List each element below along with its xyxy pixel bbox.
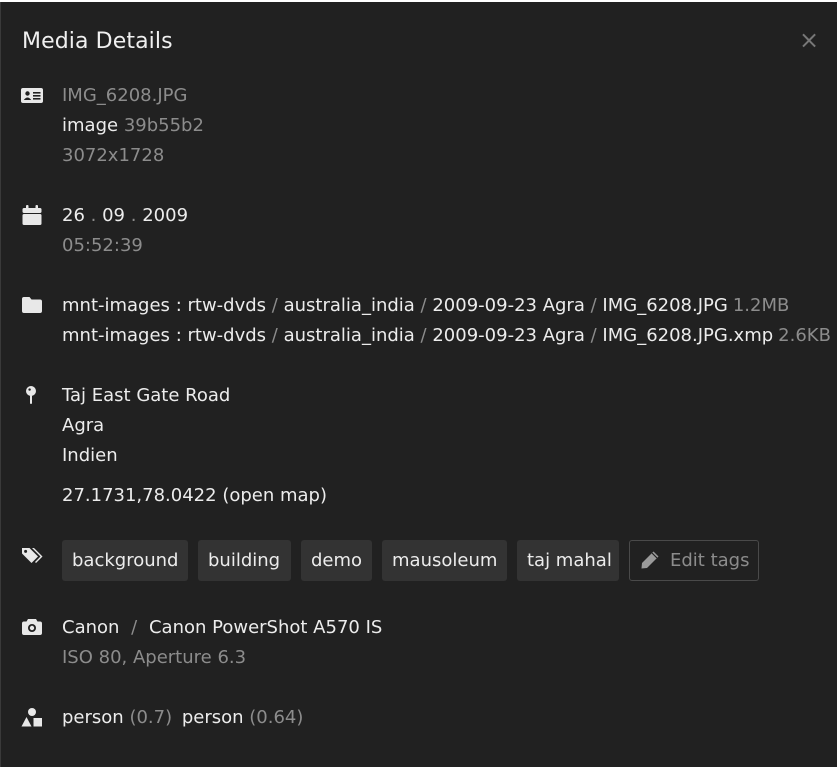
path-slash: / — [590, 295, 597, 316]
path-line: mnt-images : rtw-dvds / australia_india … — [62, 295, 789, 316]
path-part: 2009-09-23 Agra — [432, 325, 585, 346]
shapes-icon — [21, 708, 42, 727]
camera-icon — [22, 619, 42, 635]
object-score: (0.7) — [129, 707, 173, 728]
media-details-dialog: Media Details × IMG_6208.JPG image 39b55… — [0, 2, 837, 767]
path-size: 2.6KB — [778, 325, 831, 346]
date-year: 2009 — [142, 205, 189, 226]
path-part: australia_india — [283, 325, 415, 346]
date-dot: . — [90, 205, 97, 226]
id-card-icon — [21, 88, 43, 103]
path-size: 1.2MB — [732, 295, 790, 316]
file-hash: 39b55b2 — [123, 115, 204, 136]
camera-line: Canon / Canon PowerShot A570 IS — [62, 617, 382, 638]
path-slash: / — [271, 325, 278, 346]
date-day: 26 — [62, 205, 85, 226]
path-root: mnt-images — [62, 325, 170, 346]
path-slash: / — [590, 325, 597, 346]
path-part: 2009-09-23 Agra — [432, 295, 585, 316]
edit-tags-button[interactable]: Edit tags — [629, 540, 759, 581]
tag-chip[interactable]: building — [198, 540, 291, 581]
date-line: 26 . 09 . 2009 — [62, 205, 188, 226]
path-line: mnt-images : rtw-dvds / australia_india … — [62, 325, 831, 346]
tags-icon — [22, 548, 43, 563]
path-file: IMG_6208.JPG — [602, 295, 728, 316]
location-city: Agra — [62, 415, 105, 436]
path-part: rtw-dvds — [187, 295, 267, 316]
path-slash: / — [420, 325, 427, 346]
date-time: 05:52:39 — [62, 235, 143, 256]
open-map-link[interactable]: (open map) — [222, 485, 327, 506]
folder-icon — [22, 297, 42, 313]
calendar-icon — [22, 205, 42, 225]
file-name: IMG_6208.JPG — [62, 85, 188, 106]
tag-chip[interactable]: mausoleum — [382, 540, 507, 581]
path-root: mnt-images — [62, 295, 170, 316]
map-pin-icon — [26, 386, 36, 404]
location-street: Taj East Gate Road — [62, 385, 231, 406]
date-dot: . — [130, 205, 137, 226]
objects-line: person (0.7) person (0.64) — [62, 707, 303, 728]
path-part: australia_india — [283, 295, 415, 316]
path-slash: / — [420, 295, 427, 316]
file-dimensions: 3072x1728 — [62, 145, 165, 166]
dialog-title: Media Details — [22, 29, 173, 54]
file-type-line: image 39b55b2 — [62, 115, 204, 136]
path-slash: / — [271, 295, 278, 316]
path-colon: : — [175, 295, 182, 316]
object-label: person — [62, 707, 124, 728]
date-month: 09 — [102, 205, 126, 226]
tag-chip[interactable]: demo — [301, 540, 372, 581]
location-coordinates: 27.1731,78.0422 — [62, 485, 217, 506]
tag-chip[interactable]: taj mahal — [517, 540, 619, 581]
camera-model: Canon PowerShot A570 IS — [148, 617, 383, 638]
edit-tags-label: Edit tags — [670, 550, 750, 571]
path-file: IMG_6208.JPG.xmp — [602, 325, 774, 346]
path-colon: : — [175, 325, 182, 346]
camera-slash: / — [131, 617, 138, 638]
location-coords-line: 27.1731,78.0422 (open map) — [62, 485, 327, 506]
file-type: image — [62, 115, 119, 136]
camera-make: Canon — [62, 617, 120, 638]
close-icon[interactable]: × — [797, 28, 821, 52]
tag-chip[interactable]: background — [62, 540, 188, 581]
object-score: (0.64) — [249, 707, 304, 728]
location-country: Indien — [62, 445, 118, 466]
camera-settings: ISO 80, Aperture 6.3 — [62, 647, 247, 668]
pencil-icon — [641, 551, 659, 569]
object-label: person — [181, 707, 244, 728]
path-part: rtw-dvds — [187, 325, 267, 346]
